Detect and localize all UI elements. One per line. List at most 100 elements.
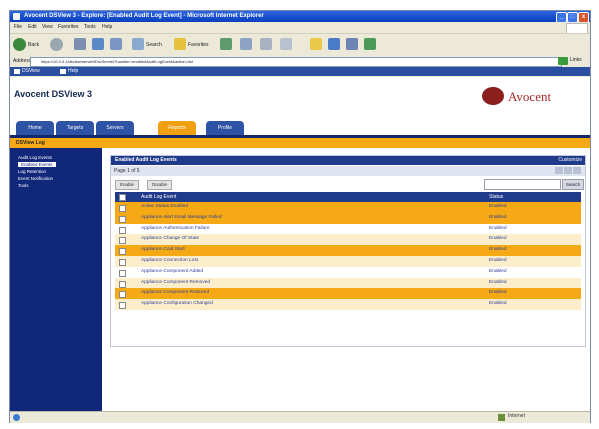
window-title: Avocent DSView 3 - Explore: [Enabled Aud…	[24, 13, 264, 19]
event-name-link[interactable]: Appliance Connection Lost	[141, 256, 198, 267]
forward-arrow-icon	[50, 38, 63, 51]
events-panel: Enabled Audit Log Events Customize Page …	[110, 155, 586, 347]
search-icon	[132, 38, 144, 50]
go-button[interactable]	[558, 57, 568, 65]
row-checkbox[interactable]	[119, 269, 126, 277]
link-dsview[interactable]: DSView	[14, 68, 40, 75]
row-checkbox[interactable]	[119, 291, 126, 299]
table-row[interactable]: Appliance Cold Start Enabled	[115, 245, 581, 256]
event-status: Enabled	[489, 301, 507, 307]
table-row[interactable]: Appliance Configuration Changed Enabled	[115, 299, 581, 310]
mail-button[interactable]	[240, 38, 252, 52]
event-name-link[interactable]: Appliance Authentication Failure	[141, 224, 210, 235]
menu-file[interactable]: File	[14, 24, 22, 30]
table-row[interactable]: Active Status Enabled Enabled	[115, 202, 581, 213]
row-checkbox[interactable]	[119, 205, 126, 212]
tab-profile[interactable]: Profile	[206, 121, 244, 135]
print-icon	[260, 38, 272, 50]
page-indicator: Page 1 of 5	[114, 168, 140, 174]
breadcrumb: DSView Log	[10, 138, 590, 148]
back-button[interactable]: Back	[13, 38, 39, 52]
table-row[interactable]: Appliance Component Removed Enabled	[115, 277, 581, 289]
stop-icon	[74, 38, 86, 50]
table-row[interactable]: Appliance Component Restored Enabled	[115, 288, 581, 300]
address-input[interactable]: https://10.0.0.1/dsview/servlet/DsvServl…	[30, 57, 562, 67]
event-status: Enabled	[489, 225, 507, 231]
table-row[interactable]: Appliance Authentication Failure Enabled	[115, 223, 581, 235]
event-status: Enabled	[489, 204, 507, 209]
stop-button[interactable]	[74, 38, 86, 52]
enable-button[interactable]: Enable	[115, 180, 140, 190]
history-button[interactable]	[220, 38, 232, 52]
row-checkbox[interactable]	[119, 215, 126, 223]
home-button[interactable]	[110, 38, 122, 52]
menu-edit[interactable]: Edit	[28, 24, 37, 30]
table-row[interactable]: Appliance Alert Email Message Failed Enab…	[115, 212, 581, 224]
favorites-label: Favorites	[188, 42, 209, 48]
table-row[interactable]: Appliance Component Added Enabled	[115, 266, 581, 278]
folder-button[interactable]	[310, 38, 322, 52]
browser-window: Avocent DSView 3 - Explore: [Enabled Aud…	[9, 10, 591, 423]
link-help[interactable]: Help	[60, 68, 78, 75]
internet-zone-icon	[498, 414, 505, 421]
tab-targets[interactable]: Targets	[56, 121, 94, 135]
next-page-button[interactable]	[564, 167, 572, 174]
customize-link[interactable]: Customize	[558, 156, 582, 165]
row-checkbox[interactable]	[119, 237, 126, 245]
event-name-link[interactable]: Appliance Component Restored	[141, 288, 209, 299]
avocent-logo: Avocent	[482, 83, 582, 111]
row-checkbox[interactable]	[119, 226, 126, 234]
event-name-link[interactable]: Appliance Configuration Changed	[141, 299, 213, 310]
tab-home[interactable]: Home	[16, 121, 54, 135]
links-bar: DSView Help	[10, 67, 590, 76]
menu-view[interactable]: View	[42, 24, 53, 30]
sidebar-item-event-notification[interactable]: Event Notification	[18, 176, 53, 181]
search-go-button[interactable]: Search	[562, 179, 584, 190]
table-header: Audit Log Event Status	[115, 192, 581, 202]
select-all-checkbox[interactable]	[119, 194, 126, 201]
row-checkbox[interactable]	[119, 258, 126, 266]
row-checkbox[interactable]	[119, 280, 126, 288]
row-checkbox[interactable]	[119, 248, 126, 256]
column-header-event[interactable]: Audit Log Event	[141, 192, 176, 202]
back-label: Back	[28, 42, 40, 48]
sidebar-item-tools[interactable]: Tools	[18, 183, 29, 188]
edit-button[interactable]	[280, 38, 292, 52]
search-button[interactable]: Search	[132, 38, 162, 52]
event-status: Enabled	[489, 247, 507, 253]
event-name-link[interactable]: Appliance Component Removed	[141, 278, 210, 289]
filter-row: Enable Disable Search	[111, 177, 585, 190]
event-name-link[interactable]: Appliance Change Of State	[141, 234, 199, 245]
event-name-link[interactable]: Appliance Alert Email Message Failed	[141, 213, 222, 224]
sidebar-item-enabled-events[interactable]: Enabled Events	[18, 162, 56, 167]
sidebar-item-log-retention[interactable]: Log Retention	[18, 169, 46, 174]
menu-tools[interactable]: Tools	[84, 24, 96, 30]
tab-servers[interactable]: Servers	[96, 121, 134, 135]
search-input[interactable]	[484, 179, 561, 190]
column-header-status[interactable]: Status	[489, 192, 503, 202]
row-checkbox[interactable]	[119, 302, 126, 310]
menu-help[interactable]: Help	[102, 24, 112, 30]
disable-button[interactable]: Disable	[147, 180, 173, 190]
menu-favorites[interactable]: Favorites	[58, 24, 79, 30]
messenger-button[interactable]	[328, 38, 340, 52]
refresh-button[interactable]	[92, 38, 104, 52]
menu-bar: File Edit View Favorites Tools Help	[10, 22, 590, 35]
research-button[interactable]	[364, 38, 376, 52]
forward-button[interactable]	[50, 38, 63, 52]
sidebar-item-audit-log-events[interactable]: Audit Log Events	[18, 155, 52, 160]
page-status-icon	[13, 414, 20, 421]
table-row[interactable]: Appliance Connection Lost Enabled	[115, 255, 581, 267]
tab-reports[interactable]: Reports	[158, 121, 196, 135]
links-label[interactable]: Links	[570, 57, 582, 63]
table-row[interactable]: Appliance Change Of State Enabled	[115, 234, 581, 246]
event-name-link[interactable]: Appliance Cold Start	[141, 245, 185, 256]
event-name-link[interactable]: Appliance Component Added	[141, 267, 203, 278]
ie-icon	[13, 13, 20, 20]
last-page-button[interactable]	[573, 167, 581, 174]
event-name-link[interactable]: Active Status Enabled	[141, 202, 188, 213]
print-button[interactable]	[260, 38, 272, 52]
favorites-button[interactable]: Favorites	[174, 38, 209, 52]
prev-page-button[interactable]	[555, 167, 563, 174]
tools-button[interactable]	[346, 38, 358, 52]
